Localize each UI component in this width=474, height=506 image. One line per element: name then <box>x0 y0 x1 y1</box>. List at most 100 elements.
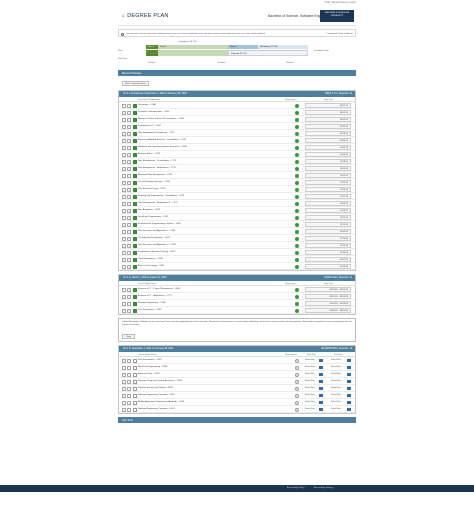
calendar-icon[interactable] <box>347 400 351 404</box>
drag-handle-icon[interactable] <box>122 194 126 199</box>
expand-icon[interactable] <box>127 400 131 405</box>
end-date-select[interactable]: Select Date <box>331 408 341 410</box>
course-check-icon[interactable] <box>132 264 137 269</box>
end-date-select[interactable]: Select Date <box>331 380 341 382</box>
course-check-icon[interactable] <box>132 215 137 220</box>
expand-icon[interactable] <box>127 166 131 171</box>
course-check-icon[interactable] <box>132 308 137 313</box>
mark-completed-button[interactable]: Mark Completed Items <box>122 81 149 86</box>
expand-icon[interactable] <box>127 358 131 363</box>
start-date-select[interactable]: Select Date <box>305 359 315 361</box>
planned-schedule-header[interactable]: Planned Schedule <box>118 70 356 76</box>
drag-handle-icon[interactable] <box>122 358 126 363</box>
course-check-icon[interactable] <box>132 208 137 213</box>
expand-icon[interactable] <box>127 103 131 108</box>
expand-icon[interactable] <box>127 393 131 398</box>
expand-icon[interactable] <box>127 365 131 370</box>
start-date-select[interactable]: Select Date <box>305 366 315 368</box>
drag-handle-icon[interactable] <box>122 208 126 213</box>
expand-icon[interactable] <box>127 180 131 185</box>
calendar-icon[interactable] <box>319 365 323 369</box>
calendar-icon[interactable] <box>319 372 323 376</box>
start-date-select[interactable]: Select Date <box>305 394 315 396</box>
expand-icon[interactable] <box>127 187 131 192</box>
expand-icon[interactable] <box>127 301 131 306</box>
end-date-select[interactable]: Select Date <box>331 401 341 403</box>
expand-icon[interactable] <box>127 117 131 122</box>
calendar-icon[interactable] <box>347 379 351 383</box>
course-check-icon[interactable] <box>132 194 137 199</box>
drag-handle-icon[interactable] <box>122 152 126 157</box>
course-checkbox[interactable] <box>132 358 137 363</box>
calendar-icon[interactable] <box>347 365 351 369</box>
expand-icon[interactable] <box>127 159 131 164</box>
calendar-icon[interactable] <box>347 386 351 390</box>
expand-icon[interactable] <box>127 243 131 248</box>
expand-icon[interactable] <box>127 138 131 143</box>
calendar-icon[interactable] <box>347 372 351 376</box>
course-check-icon[interactable] <box>132 103 137 108</box>
expand-icon[interactable] <box>127 257 131 262</box>
course-checkbox[interactable] <box>132 372 137 377</box>
expand-icon[interactable] <box>127 386 131 391</box>
course-check-icon[interactable] <box>132 201 137 206</box>
start-date-select[interactable]: Select Date <box>305 373 315 375</box>
drag-handle-icon[interactable] <box>122 138 126 143</box>
drag-handle-icon[interactable] <box>122 229 126 234</box>
calendar-icon[interactable] <box>347 358 351 362</box>
expand-icon[interactable] <box>127 294 131 299</box>
course-checkbox[interactable] <box>132 365 137 370</box>
expand-icon[interactable] <box>127 287 131 292</box>
course-check-icon[interactable] <box>132 257 137 262</box>
expand-icon[interactable] <box>127 152 131 157</box>
drag-handle-icon[interactable] <box>122 250 126 255</box>
drag-handle-icon[interactable] <box>122 407 126 412</box>
course-check-icon[interactable] <box>132 117 137 122</box>
course-check-icon[interactable] <box>132 229 137 234</box>
course-check-icon[interactable] <box>132 138 137 143</box>
expand-icon[interactable] <box>127 407 131 412</box>
start-date-select[interactable]: Select Date <box>305 401 315 403</box>
course-check-icon[interactable] <box>132 180 137 185</box>
start-date-select[interactable]: Select Date <box>305 380 315 382</box>
drag-handle-icon[interactable] <box>122 257 126 262</box>
expand-icon[interactable] <box>127 222 131 227</box>
drag-handle-icon[interactable] <box>122 400 126 405</box>
course-checkbox[interactable] <box>132 379 137 384</box>
course-check-icon[interactable] <box>132 287 137 292</box>
drag-handle-icon[interactable] <box>122 124 126 129</box>
course-check-icon[interactable] <box>132 166 137 171</box>
expand-icon[interactable] <box>127 379 131 384</box>
expand-icon[interactable] <box>127 124 131 129</box>
drag-handle-icon[interactable] <box>122 393 126 398</box>
drag-handle-icon[interactable] <box>122 308 126 313</box>
expand-icon[interactable] <box>127 236 131 241</box>
calendar-icon[interactable] <box>347 393 351 397</box>
drag-handle-icon[interactable] <box>122 201 126 206</box>
footer-accessibility-policy[interactable]: Accessibility Policy <box>287 487 304 489</box>
calendar-icon[interactable] <box>319 386 323 390</box>
course-check-icon[interactable] <box>132 110 137 115</box>
course-check-icon[interactable] <box>132 173 137 178</box>
notice-checkbox[interactable]: Completed / Sent to Mentor <box>326 33 353 35</box>
expand-icon[interactable] <box>127 215 131 220</box>
course-check-icon[interactable] <box>132 301 137 306</box>
start-date-select[interactable]: Select Date <box>305 387 315 389</box>
course-check-icon[interactable] <box>132 145 137 150</box>
course-check-icon[interactable] <box>132 222 137 227</box>
end-date-select[interactable]: Select Date <box>331 359 341 361</box>
calendar-icon[interactable] <box>347 407 351 411</box>
course-check-icon[interactable] <box>132 294 137 299</box>
expand-icon[interactable] <box>127 201 131 206</box>
drag-handle-icon[interactable] <box>122 372 126 377</box>
end-date-select[interactable]: Select Date <box>331 387 341 389</box>
drag-handle-icon[interactable] <box>122 243 126 248</box>
calendar-icon[interactable] <box>319 393 323 397</box>
next-term-header[interactable]: Next Term <box>118 417 356 423</box>
drag-handle-icon[interactable] <box>122 145 126 150</box>
start-date-select[interactable]: Select Date <box>305 408 315 410</box>
brand-title[interactable]: ⌂ DEGREE PLAN <box>122 13 169 19</box>
expand-icon[interactable] <box>127 208 131 213</box>
course-checkbox[interactable] <box>132 407 137 412</box>
drag-handle-icon[interactable] <box>122 110 126 115</box>
